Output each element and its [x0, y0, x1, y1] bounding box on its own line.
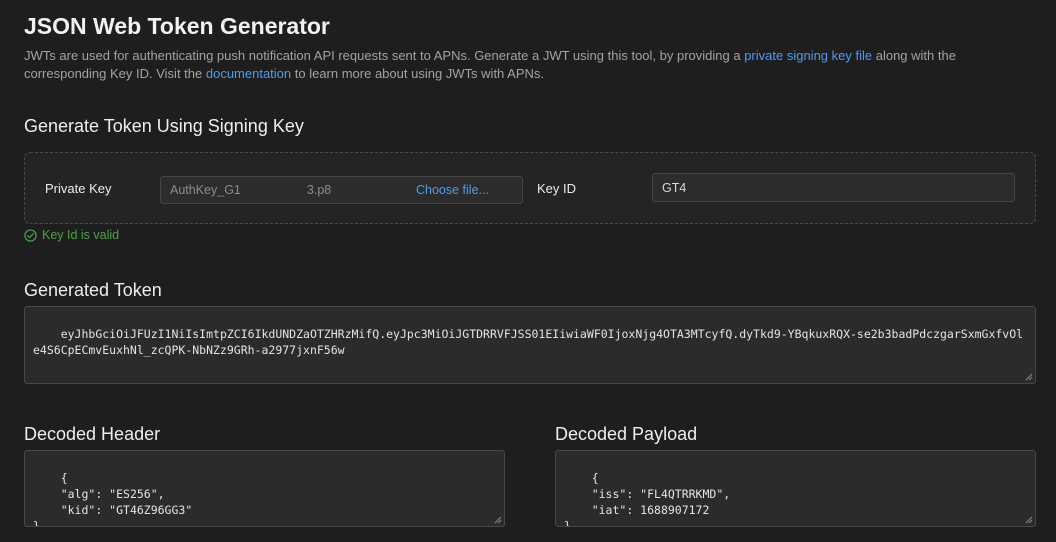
- documentation-link[interactable]: documentation: [206, 66, 291, 81]
- key-id-input[interactable]: [652, 173, 1015, 202]
- decoded-header-value: { "alg": "ES256", "kid": "GT46Z96GG3" }: [33, 471, 193, 527]
- resize-handle-icon[interactable]: [1025, 516, 1033, 524]
- decoded-header-textarea[interactable]: { "alg": "ES256", "kid": "GT46Z96GG3" }: [24, 450, 505, 527]
- private-signing-key-link[interactable]: private signing key file: [744, 48, 872, 63]
- generated-token-value: eyJhbGciOiJFUzI1NiIsImtpZCI6IkdUNDZaOTZH…: [33, 327, 1024, 357]
- intro-text-part3: to learn more about using JWTs with APNs…: [291, 66, 545, 81]
- generated-token-title: Generated Token: [24, 280, 162, 300]
- decoded-payload-value: { "iss": "FL4QTRRKMD", "iat": 1688907172…: [564, 471, 731, 527]
- signing-section-title: Generate Token Using Signing Key: [24, 116, 304, 136]
- key-id-validation: Key Id is valid: [24, 228, 119, 242]
- jwt-generator-page: JSON Web Token Generator JWTs are used f…: [0, 0, 1056, 542]
- file-name-prefix: AuthKey_G1: [170, 183, 241, 197]
- redacted-area: [241, 178, 307, 203]
- page-title: JSON Web Token Generator: [24, 13, 330, 39]
- private-key-label: Private Key: [45, 181, 112, 196]
- decoded-header-title: Decoded Header: [24, 424, 161, 444]
- intro-text-part1: JWTs are used for authenticating push no…: [24, 48, 745, 63]
- choose-file-button[interactable]: Choose file...: [416, 183, 489, 197]
- intro-text: JWTs are used for authenticating push no…: [24, 47, 1034, 83]
- validation-message: Key Id is valid: [42, 228, 120, 242]
- resize-handle-icon[interactable]: [1025, 373, 1033, 381]
- generated-token-textarea[interactable]: eyJhbGciOiJFUzI1NiIsImtpZCI6IkdUNDZaOTZH…: [24, 306, 1036, 384]
- decoded-payload-textarea[interactable]: { "iss": "FL4QTRRKMD", "iat": 1688907172…: [555, 450, 1036, 527]
- decoded-payload-title: Decoded Payload: [555, 424, 698, 444]
- resize-handle-icon[interactable]: [494, 516, 502, 524]
- check-circle-icon: [24, 228, 37, 242]
- key-id-label: Key ID: [537, 181, 577, 196]
- private-key-file-input[interactable]: AuthKey_G1 3.p8 Choose file...: [160, 176, 523, 204]
